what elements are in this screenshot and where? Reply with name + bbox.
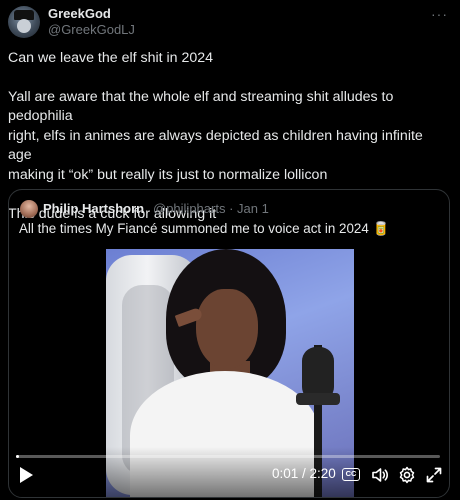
quoted-author-meta: @philipharts · Jan 1 <box>153 201 269 216</box>
post-text-line: making it “ok” but really its just to no… <box>8 166 328 183</box>
post-text-line: Yall are aware that the whole elf and st… <box>8 88 394 125</box>
quoted-author-avatar <box>20 200 38 218</box>
video-time: 0:01 / 2:20 <box>272 466 336 481</box>
captions-label: CC <box>342 468 360 481</box>
fullscreen-icon[interactable] <box>424 465 444 485</box>
mic-mount <box>296 393 340 405</box>
video-controls: 0:01 / 2:20 CC <box>9 447 449 497</box>
volume-icon[interactable] <box>370 465 390 485</box>
post-text-line: Can we leave the elf shit in 2024 <box>8 50 214 66</box>
author-avatar[interactable] <box>8 6 40 38</box>
quoted-author-name: Philip Hartshorn <box>43 201 145 216</box>
author-handle[interactable]: @GreekGodLJ <box>48 22 135 37</box>
video-progress-bar[interactable] <box>16 455 440 458</box>
person-face <box>196 289 258 369</box>
settings-icon[interactable] <box>397 465 417 485</box>
avatar-face <box>17 19 31 33</box>
post: GreekGod @GreekGodLJ ··· Can we leave th… <box>0 0 460 500</box>
post-text-line: right, elfs in animes are always depicte… <box>8 127 423 164</box>
author-display-name[interactable]: GreekGod <box>48 6 111 21</box>
quoted-text: All the times My Fiancé summoned me to v… <box>19 221 390 236</box>
video-progress-fill <box>16 455 19 458</box>
play-icon[interactable] <box>20 467 33 483</box>
quoted-post[interactable]: Philip Hartshorn @philipharts · Jan 1 Al… <box>8 189 450 498</box>
more-horizontal-icon[interactable]: ··· <box>431 6 448 22</box>
captions-icon[interactable]: CC <box>341 465 361 485</box>
